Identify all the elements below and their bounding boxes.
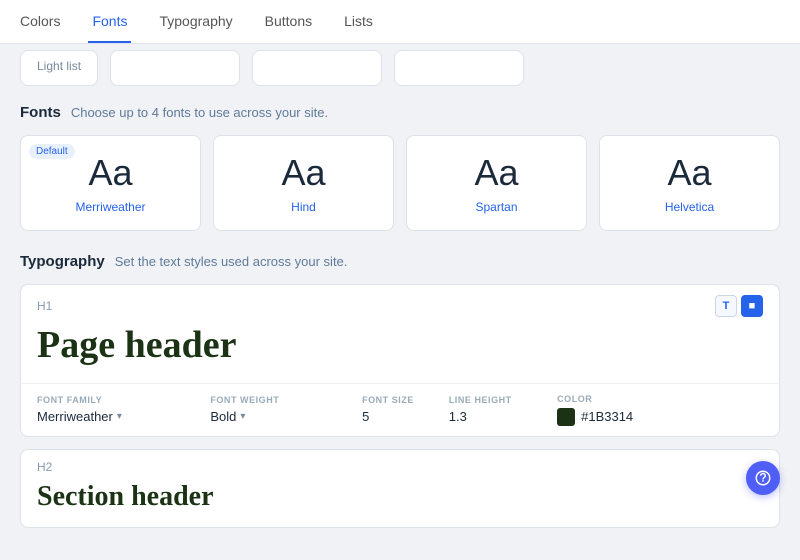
font-card-spartan[interactable]: Aa Spartan bbox=[406, 135, 587, 231]
typography-description: Set the text styles used across your sit… bbox=[115, 254, 348, 269]
font-weight-label: FONT WEIGHT bbox=[210, 395, 352, 405]
typography-h1-card: H1 T ■ Page header FONT FAMILY Merriweat… bbox=[20, 284, 780, 437]
font-name-merriweather: Merriweather bbox=[75, 200, 145, 214]
lifebuoy-icon bbox=[754, 469, 772, 487]
font-aa-spartan: Aa bbox=[474, 152, 518, 194]
partial-top-strip: Light list bbox=[0, 44, 800, 86]
h1-text-button[interactable]: T bbox=[715, 295, 737, 317]
h2-preview: Section header bbox=[21, 474, 779, 528]
tab-typography[interactable]: Typography bbox=[155, 1, 236, 43]
h2-preview-text: Section header bbox=[37, 480, 763, 514]
tab-buttons[interactable]: Buttons bbox=[261, 1, 316, 43]
fonts-section: Fonts Choose up to 4 fonts to use across… bbox=[0, 86, 800, 231]
color-swatch-box bbox=[557, 408, 575, 426]
h1-label: H1 bbox=[37, 299, 52, 313]
font-name-hind: Hind bbox=[291, 200, 316, 214]
tab-lists[interactable]: Lists bbox=[340, 1, 377, 43]
color-swatch[interactable]: #1B3314 bbox=[557, 408, 699, 426]
h1-preview: Page header bbox=[21, 317, 779, 383]
font-size-label: FONT SIZE bbox=[362, 395, 439, 405]
font-name-spartan: Spartan bbox=[475, 200, 517, 214]
font-weight-field: FONT WEIGHT Bold ▾ bbox=[210, 395, 362, 424]
partial-card-item: Light list bbox=[20, 50, 98, 86]
typography-title: Typography bbox=[20, 253, 105, 270]
line-height-value[interactable]: 1.3 bbox=[449, 409, 547, 424]
help-button[interactable] bbox=[746, 461, 780, 495]
chevron-down-icon: ▾ bbox=[117, 411, 122, 422]
font-family-value: Merriweather bbox=[37, 409, 113, 424]
default-badge: Default bbox=[29, 144, 75, 159]
chevron-down-icon: ▾ bbox=[240, 411, 245, 422]
font-size-field: FONT SIZE 5 bbox=[362, 395, 449, 424]
fonts-grid: Default Aa Merriweather Aa Hind Aa Spart… bbox=[20, 135, 780, 231]
font-family-field: FONT FAMILY Merriweather ▾ bbox=[37, 395, 210, 424]
font-aa-helvetica: Aa bbox=[667, 152, 711, 194]
h2-label: H2 bbox=[37, 460, 52, 474]
font-family-select[interactable]: Merriweather ▾ bbox=[37, 409, 200, 424]
tab-colors[interactable]: Colors bbox=[16, 1, 64, 43]
h1-fields: FONT FAMILY Merriweather ▾ FONT WEIGHT B… bbox=[21, 383, 779, 436]
font-size-value[interactable]: 5 bbox=[362, 409, 439, 424]
line-height-label: LINE HEIGHT bbox=[449, 395, 547, 405]
h1-card-header: H1 T ■ bbox=[21, 285, 779, 317]
color-field: COLOR #1B3314 bbox=[557, 394, 709, 426]
tab-fonts[interactable]: Fonts bbox=[88, 1, 131, 43]
font-card-helvetica[interactable]: Aa Helvetica bbox=[599, 135, 780, 231]
font-weight-value: Bold bbox=[210, 409, 236, 424]
fonts-title: Fonts bbox=[20, 104, 61, 121]
h1-alt-button[interactable]: ■ bbox=[741, 295, 763, 317]
color-label: COLOR bbox=[557, 394, 699, 404]
fonts-section-header: Fonts Choose up to 4 fonts to use across… bbox=[20, 104, 780, 121]
top-navigation: Colors Fonts Typography Buttons Lists bbox=[0, 0, 800, 44]
fonts-description: Choose up to 4 fonts to use across your … bbox=[71, 105, 328, 120]
h2-card-header: H2 bbox=[21, 450, 779, 474]
h1-header-actions: T ■ bbox=[715, 295, 763, 317]
font-family-label: FONT FAMILY bbox=[37, 395, 200, 405]
typography-section-header: Typography Set the text styles used acro… bbox=[20, 253, 780, 270]
font-card-hind[interactable]: Aa Hind bbox=[213, 135, 394, 231]
color-value: #1B3314 bbox=[581, 409, 633, 424]
font-name-helvetica: Helvetica bbox=[665, 200, 714, 214]
line-height-field: LINE HEIGHT 1.3 bbox=[449, 395, 557, 424]
font-card-merriweather[interactable]: Default Aa Merriweather bbox=[20, 135, 201, 231]
font-aa-hind: Aa bbox=[281, 152, 325, 194]
typography-h2-card: H2 Section header bbox=[20, 449, 780, 529]
typography-section: Typography Set the text styles used acro… bbox=[0, 253, 800, 560]
font-weight-select[interactable]: Bold ▾ bbox=[210, 409, 352, 424]
font-aa-merriweather: Aa bbox=[88, 152, 132, 194]
h1-preview-text: Page header bbox=[37, 323, 763, 369]
